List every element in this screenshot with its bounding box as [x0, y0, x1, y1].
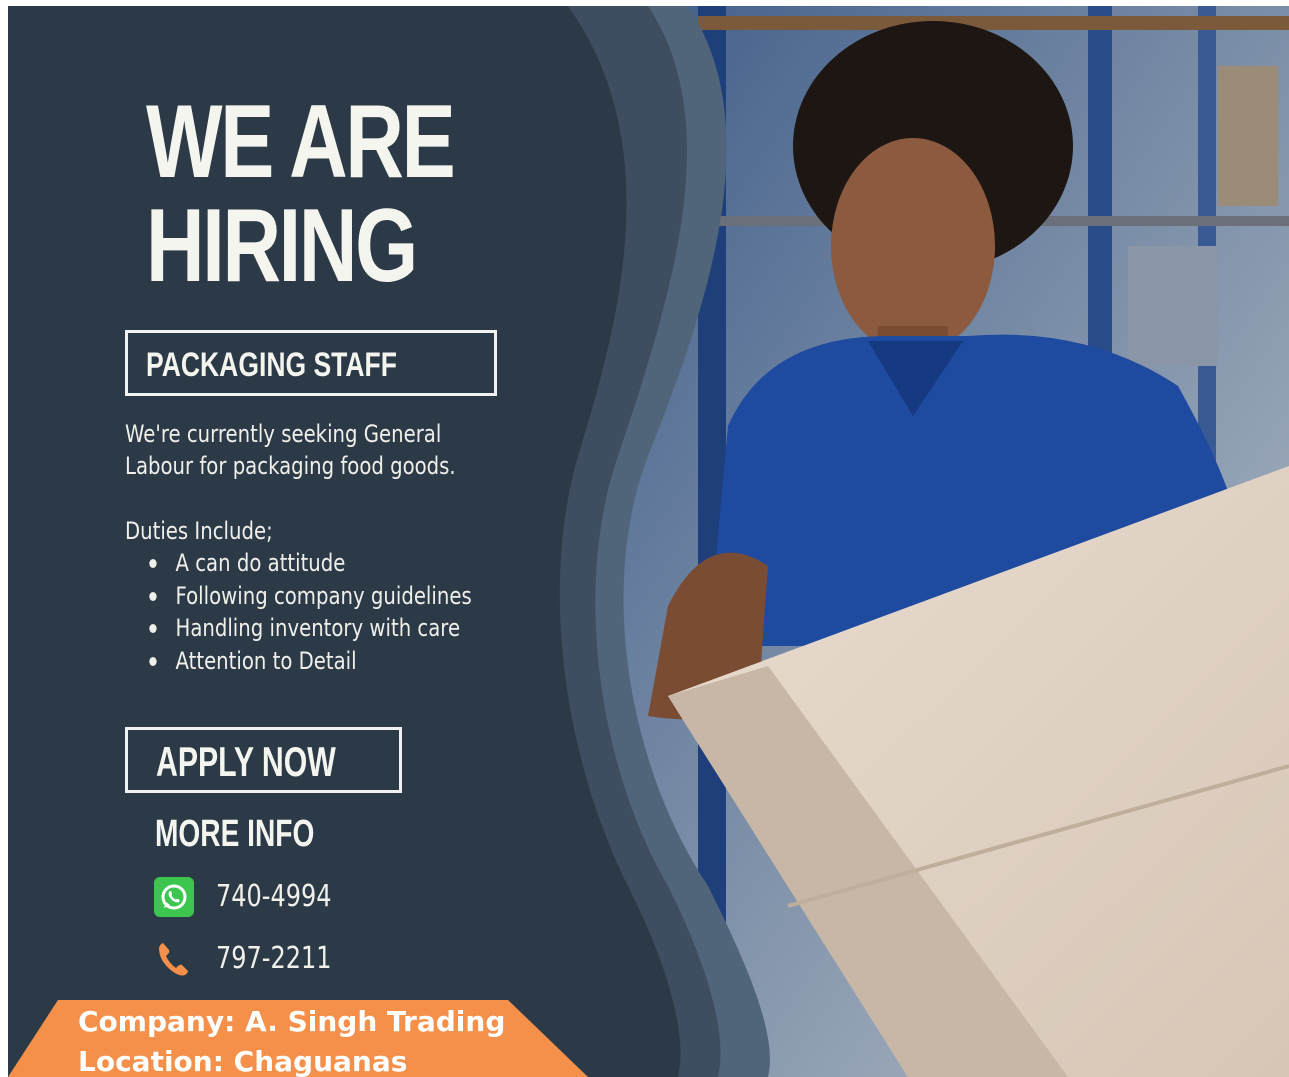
- whatsapp-icon: [154, 877, 194, 917]
- phone-icon: [159, 943, 188, 976]
- position-title: PACKAGING STAFF: [146, 346, 397, 384]
- apply-now-button[interactable]: APPLY NOW: [125, 727, 402, 793]
- hiring-headline: WE ARE HIRING: [146, 84, 456, 304]
- duties-list: A can do attitude Following company guid…: [146, 547, 472, 678]
- whatsapp-number: 740-4994: [216, 879, 332, 914]
- apply-now-label: APPLY NOW: [156, 738, 336, 785]
- description-line-2: Labour for packaging food goods.: [125, 452, 456, 480]
- hiring-poster: WE ARE HIRING PACKAGING STAFF We're curr…: [8, 6, 1289, 1077]
- more-info-heading: MORE INFO: [155, 813, 315, 855]
- duty-item: Following company guidelines: [146, 580, 472, 613]
- company-info: Company: A. Singh Trading Location: Chag…: [78, 1002, 505, 1077]
- duty-item: A can do attitude: [146, 547, 472, 580]
- duty-item: Attention to Detail: [146, 645, 472, 678]
- phone-number: 797-2211: [216, 941, 332, 976]
- position-title-box: PACKAGING STAFF: [125, 330, 497, 396]
- company-name: Company: A. Singh Trading: [78, 1005, 506, 1038]
- description-line-1: We're currently seeking General: [125, 420, 442, 448]
- headline-line-2: HIRING: [146, 188, 418, 304]
- headline-line-1: WE ARE: [146, 84, 456, 200]
- company-location: Location: Chaguanas: [78, 1045, 408, 1077]
- job-description: We're currently seeking General Labour f…: [125, 418, 456, 482]
- duties-label: Duties Include;: [125, 517, 273, 545]
- duty-item: Handling inventory with care: [146, 612, 472, 645]
